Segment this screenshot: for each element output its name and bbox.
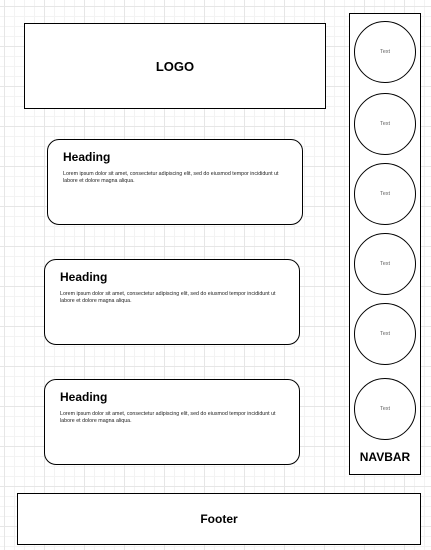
footer: Footer (17, 493, 421, 545)
nav-item-2[interactable]: Text (354, 93, 416, 155)
content-card: Heading Lorem ipsum dolor sit amet, cons… (44, 259, 300, 345)
logo-label: LOGO (155, 58, 195, 74)
nav-item-5[interactable]: Text (354, 303, 416, 365)
nav-item-3[interactable]: Text (354, 163, 416, 225)
navbar: Text Text Text Text Text Text NAVBAR (349, 13, 421, 475)
card-body-text: Lorem ipsum dolor sit amet, consectetur … (60, 291, 276, 304)
card-heading: Heading (63, 150, 111, 164)
navbar-title: NAVBAR (359, 450, 411, 464)
footer-label: Footer (200, 512, 238, 526)
card-body-text: Lorem ipsum dolor sit amet, consectetur … (60, 411, 276, 424)
nav-item-6[interactable]: Text (354, 378, 416, 440)
card-body-text: Lorem ipsum dolor sit amet, consectetur … (63, 171, 279, 184)
content-card: Heading Lorem ipsum dolor sit amet, cons… (44, 379, 300, 465)
logo-box: LOGO (24, 23, 326, 109)
nav-item-1[interactable]: Text (354, 21, 416, 83)
card-heading: Heading (60, 390, 108, 404)
nav-item-4[interactable]: Text (354, 233, 416, 295)
content-card: Heading Lorem ipsum dolor sit amet, cons… (47, 139, 303, 225)
card-heading: Heading (60, 270, 108, 284)
